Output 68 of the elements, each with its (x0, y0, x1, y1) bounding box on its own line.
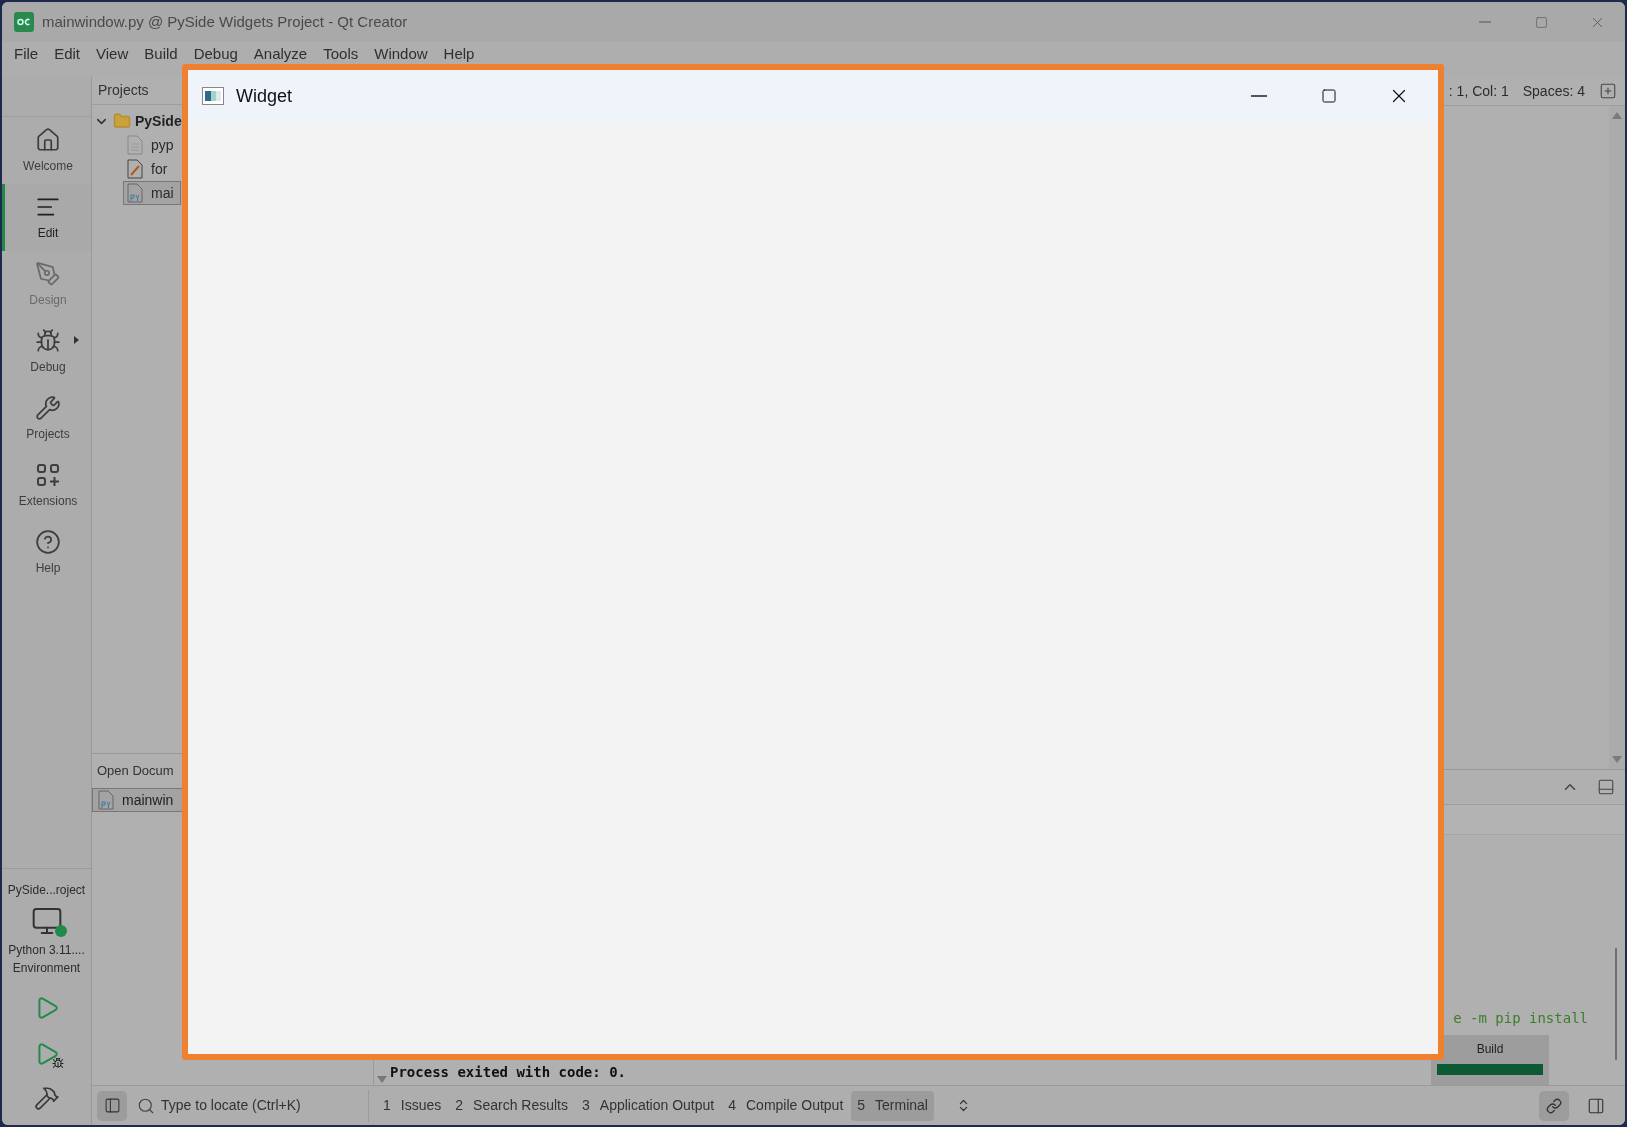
help-icon (35, 528, 61, 555)
sidebar-icon (103, 1097, 121, 1114)
menu-item[interactable]: Analyze (245, 45, 316, 63)
window-icon (202, 87, 224, 105)
menu-item[interactable]: File (6, 45, 47, 63)
output-tab[interactable]: 3 Application Output (576, 1090, 721, 1121)
mode-button[interactable]: Welcome (2, 117, 91, 184)
menu-item[interactable]: View (88, 45, 137, 63)
menu-item[interactable]: Debug (185, 45, 246, 63)
tree-item[interactable]: PySide (92, 109, 182, 133)
output-tab[interactable]: 5 Terminal (851, 1090, 934, 1121)
scroll-down-icon[interactable] (377, 1076, 387, 1083)
dialog-title: Widget (236, 84, 293, 108)
kit-project-label: PySide...roject (7, 882, 86, 899)
python-file-icon (98, 790, 114, 810)
submenu-arrow-icon (74, 336, 79, 344)
output-status-line: Process exited with code: 0. (390, 1063, 627, 1082)
pen-icon (35, 260, 61, 287)
menu-item[interactable]: Tools (315, 45, 367, 63)
output-tab[interactable]: 4 Compile Output (722, 1090, 850, 1121)
mode-button[interactable]: Projects (2, 385, 91, 452)
bug-icon (51, 1057, 64, 1069)
indent-setting[interactable]: Spaces: 4 (1522, 80, 1585, 102)
split-editor-icon[interactable] (1599, 82, 1617, 100)
window-title: mainwindow.py @ PySide Widgets Project - Qt Creator (42, 11, 408, 32)
mode-button[interactable]: Help (2, 519, 91, 586)
mode-button[interactable]: Extensions (2, 452, 91, 519)
minimize-icon (1251, 95, 1267, 97)
bug-icon (35, 327, 61, 354)
tree-item[interactable]: for (123, 157, 181, 181)
panel-title: Open Docum (97, 762, 174, 781)
collapse-panel-icon[interactable] (1597, 778, 1615, 796)
menu-item[interactable]: Window (366, 45, 436, 63)
right-sidebar-icon (1587, 1096, 1605, 1115)
scroll-up-icon[interactable] (1612, 112, 1622, 119)
menu-item[interactable]: Help (435, 45, 483, 63)
menu-item[interactable]: Edit (46, 45, 89, 63)
minimize-icon (1479, 21, 1491, 23)
output-tab[interactable]: 1 Issues (377, 1090, 448, 1121)
hammer-icon (33, 1085, 60, 1111)
locator-field[interactable]: Type to locate (Ctrl+K) (161, 1095, 361, 1116)
link-button[interactable] (1539, 1090, 1569, 1121)
extensions-icon (35, 461, 61, 488)
panel-title: Projects (98, 81, 149, 100)
output-line: e -m pip install (1453, 1009, 1588, 1028)
monitor-icon (30, 905, 63, 937)
maximize-icon (1534, 15, 1548, 29)
toggle-sidebar-button[interactable] (97, 1090, 127, 1121)
tree-item[interactable]: pyp (123, 133, 181, 157)
app-logo-icon (14, 12, 34, 32)
mode-button[interactable]: Debug (2, 318, 91, 385)
scrollbar-handle[interactable] (1615, 948, 1617, 1060)
build-progress-label: Build (1476, 1041, 1504, 1058)
wrench-icon (35, 394, 61, 421)
home-icon (35, 126, 61, 153)
python-file-icon (127, 183, 143, 203)
tree-item[interactable]: mai (123, 181, 181, 205)
search-icon (137, 1096, 155, 1115)
maximize-icon (1321, 88, 1337, 104)
form-file-icon (127, 159, 143, 179)
kit-selector[interactable]: Python 3.11.... Environment (8, 905, 85, 977)
scroll-down-icon[interactable] (1612, 756, 1622, 763)
link-icon (1546, 1097, 1562, 1114)
output-tab[interactable]: 2 Search Results (449, 1090, 574, 1121)
cursor-position[interactable]: : 1, Col: 1 (1448, 80, 1509, 102)
text-file-icon (127, 135, 143, 155)
folder-icon (113, 112, 131, 130)
menu-item[interactable]: Build (136, 45, 186, 63)
